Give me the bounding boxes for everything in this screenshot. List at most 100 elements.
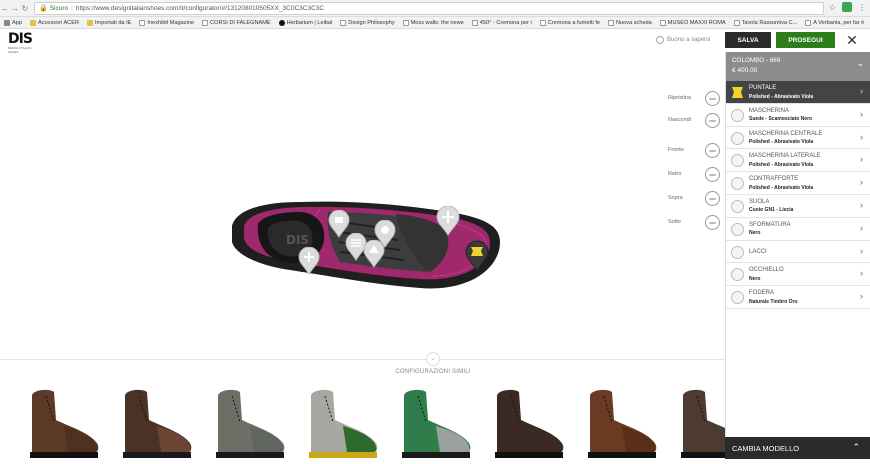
option-name: CONTRAFFORTE (749, 176, 799, 183)
secure-label: Sicuro (49, 4, 69, 12)
bookmark-item[interactable]: Moss walls: the newe (399, 19, 468, 26)
component-icon (731, 222, 744, 236)
tool-label: Nascondi (668, 117, 691, 123)
similar-shoe-thumbnail[interactable] (18, 382, 104, 459)
similar-shoe-thumbnail[interactable] (390, 382, 476, 459)
similar-shoe-thumbnail[interactable] (204, 382, 290, 459)
component-icon (731, 245, 744, 259)
bookmark-item[interactable]: Accessori ACER (26, 19, 83, 26)
chevron-right-icon: › (860, 199, 863, 210)
chevron-right-icon: › (860, 177, 863, 188)
option-value: Suede - Scamosciato Nero (749, 116, 813, 123)
bookmark-label: App (12, 19, 22, 26)
page-icon (805, 19, 812, 26)
change-model-button[interactable]: CAMBIA MODELLO ⌃ (725, 437, 870, 459)
option-value: Polished - Abrasivato Viola (749, 139, 814, 146)
option-name: MASCHERINA LATERALE (749, 153, 821, 160)
bookmark-item[interactable]: 450° - Cremona per i (468, 19, 536, 26)
bookmark-label: Importati da IE (95, 19, 132, 26)
save-button[interactable]: SALVA (725, 32, 771, 48)
option-mascherina-laterale[interactable]: MASCHERINA LATERALE Polished - Abrasivato… (726, 149, 870, 173)
tool-label: Fronte (668, 147, 684, 153)
tool-sotto[interactable]: Sotto (668, 212, 720, 232)
component-icon (731, 268, 744, 282)
svg-text:DIS: DIS (286, 233, 309, 247)
reload-icon[interactable]: ↻ (20, 4, 30, 13)
forward-icon[interactable]: → (10, 4, 20, 13)
chevron-right-icon: › (860, 131, 863, 142)
bookmark-item[interactable]: CORSI DI FALEGNAME (198, 19, 275, 26)
similar-shoe-thumbnail[interactable] (297, 382, 383, 459)
option-suola[interactable]: SUOLA Cuoio GN1 - Liscia › (726, 194, 870, 218)
bookmark-item[interactable]: A Verbania, per far è (801, 19, 868, 26)
shoe-toe-icon (731, 86, 744, 99)
option-value: Nero (749, 230, 761, 237)
option-mascherina-centrale[interactable]: MASCHERINA CENTRALE Polished - Abrasivato… (726, 126, 870, 150)
option-puntale[interactable]: PUNTALE Polished - Abrasivato Viola › (726, 81, 870, 104)
close-icon[interactable]: ✕ (844, 32, 860, 48)
option-lacci[interactable]: LACCI › (726, 240, 870, 264)
page-icon (402, 19, 409, 26)
tool-nascondi[interactable]: Nascondi (668, 110, 720, 130)
extension-icon[interactable] (842, 2, 852, 12)
component-icon (731, 108, 744, 122)
bookmark-item[interactable]: Design Philosophy (336, 19, 398, 26)
bookmarks-bar: App Accessori ACER Importati da IE Inexhibi… (0, 17, 870, 29)
tool-sopra[interactable]: Sopra (668, 188, 720, 208)
similar-shoe-thumbnail[interactable] (483, 382, 569, 459)
reset-icon (705, 90, 720, 106)
bookmark-item[interactable]: App (0, 19, 26, 26)
option-value: Polished - Abrasivato Viola (749, 161, 814, 168)
bookmark-item[interactable]: Nuova scheda (604, 19, 656, 26)
chevron-right-icon: › (860, 291, 863, 302)
page-icon (340, 19, 347, 26)
bookmark-label: Herbarium | Leibal (286, 19, 333, 26)
bookmark-label: MUSEO MAXXI ROMA (667, 19, 726, 26)
page-icon (139, 19, 146, 26)
option-fodera[interactable]: FODERA Naturale Timbro Oro › (726, 286, 870, 309)
model-name: COLOMBO - 669 (732, 57, 781, 64)
option-name: LACCI (749, 248, 767, 255)
option-sformatura[interactable]: SFORMATURA Nero › (726, 217, 870, 241)
option-occhiello[interactable]: OCCHIELLO Nero › (726, 263, 870, 287)
tool-label: Sopra (668, 195, 683, 201)
google-icon (659, 19, 666, 26)
chevron-right-icon: › (860, 245, 863, 256)
view-bottom-icon (705, 214, 720, 230)
back-icon[interactable]: ← (0, 4, 10, 13)
bookmark-item[interactable]: MUSEO MAXXI ROMA (656, 19, 730, 26)
similar-shoe-thumbnail[interactable] (111, 382, 197, 459)
bookmark-item[interactable]: Importati da IE (83, 19, 135, 26)
proceed-button[interactable]: PROSEGUI (776, 32, 835, 48)
page-icon (539, 19, 546, 26)
url-input[interactable]: 🔒 Sicuro | https://www.designitalianshoe… (34, 1, 824, 15)
component-options: PUNTALE Polished - Abrasivato Viola › MASCH… (726, 81, 870, 309)
tool-retro[interactable]: Retro (668, 164, 720, 184)
shoe-3d-render: DIS (232, 201, 500, 289)
option-contrafforte[interactable]: CONTRAFFORTE Polished - Abrasivato Viola › (726, 172, 870, 195)
view-back-icon (705, 166, 720, 182)
page-icon (733, 19, 740, 26)
bookmark-item[interactable]: Inexhibit Magazine (135, 19, 198, 26)
option-value: Cuoio GN1 - Liscia (749, 207, 794, 214)
menu-icon[interactable]: ⋮ (858, 3, 866, 12)
similar-configurations-list (0, 382, 750, 459)
component-icon (731, 291, 744, 305)
bookmark-item[interactable]: Herbarium | Leibal (275, 19, 337, 26)
model-header[interactable]: COLOMBO - 669 € 400,00 ⌄ (726, 52, 870, 81)
tool-ripristina[interactable]: Ripristina (668, 88, 720, 108)
chevron-down-icon[interactable]: ⌄ (426, 352, 440, 366)
tool-fronte[interactable]: Fronte (668, 140, 720, 160)
similar-shoe-thumbnail[interactable] (576, 382, 662, 459)
dot-icon (278, 19, 285, 26)
tool-label: Sotto (668, 219, 681, 225)
shoe-viewer[interactable]: DIS Ripristina Nascondi Fronte Retro Sopra So… (0, 30, 725, 360)
option-value: Nero (749, 275, 761, 282)
star-icon[interactable]: ☆ (829, 3, 836, 12)
option-mascherina[interactable]: MASCHERINA Suede - Scamosciato Nero › (726, 103, 870, 127)
bookmark-item[interactable]: Tavola Rassuntiva C... (730, 19, 802, 26)
option-name: SFORMATURA (749, 221, 791, 228)
bookmark-item[interactable]: Cremona a fumetti fe (536, 19, 604, 26)
bookmark-label: Accessori ACER (37, 19, 79, 26)
bookmark-label: Inexhibit Magazine (147, 19, 195, 26)
